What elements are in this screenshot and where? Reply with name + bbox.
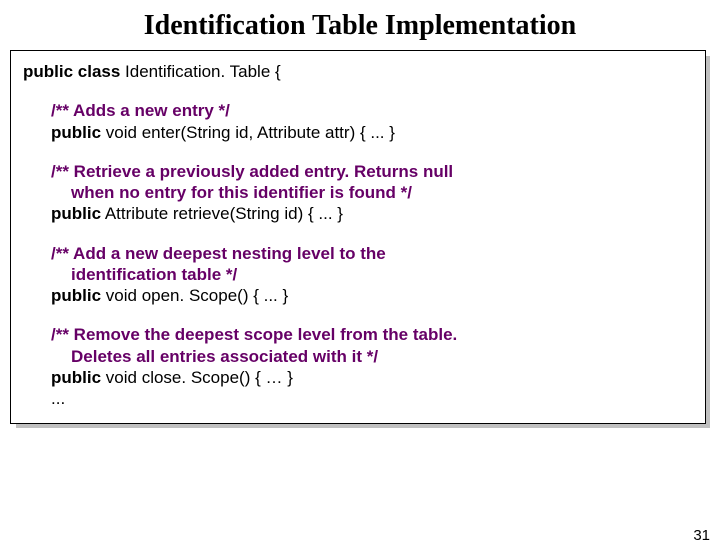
comment-3a: /** Add a new deepest nesting level to t… [23,243,693,264]
method-openscope-sig: void open. Scope() { ... } [101,286,288,305]
kw-public-3: public [51,286,101,305]
method-closescope-sig: void close. Scope() { … } [101,368,293,387]
kw-public-class: public class [23,62,120,81]
comment-3b: identification table */ [23,264,693,285]
class-name: Identification. Table { [120,62,280,81]
kw-public-1: public [51,123,101,142]
code-panel: public class Identification. Table { /**… [10,50,706,424]
comment-4b: Deletes all entries associated with it *… [23,346,693,367]
class-decl: public class Identification. Table { [23,61,693,82]
method-enter-sig: void enter(String id, Attribute attr) { … [101,123,395,142]
method-retrieve: public Attribute retrieve(String id) { .… [23,203,693,224]
method-closescope: public void close. Scope() { … } [23,367,693,388]
slide-title: Identification Table Implementation [0,10,720,42]
ellipsis: ... [23,388,693,409]
kw-public-2: public [51,204,101,223]
comment-4a: /** Remove the deepest scope level from … [23,324,693,345]
method-retrieve-sig: Attribute retrieve(String id) { ... } [101,204,343,223]
page-number: 31 [693,527,710,544]
comment-2b: when no entry for this identifier is fou… [23,182,693,203]
comment-2a-text: /** Retrieve a previously added entry. R… [51,162,423,181]
comment-2a: /** Retrieve a previously added entry. R… [23,161,693,182]
code-box: public class Identification. Table { /**… [10,50,706,424]
kw-public-4: public [51,368,101,387]
method-openscope: public void open. Scope() { ... } [23,285,693,306]
method-enter: public void enter(String id, Attribute a… [23,122,693,143]
kw-null: null [423,162,453,181]
comment-1: /** Adds a new entry */ [23,100,693,121]
